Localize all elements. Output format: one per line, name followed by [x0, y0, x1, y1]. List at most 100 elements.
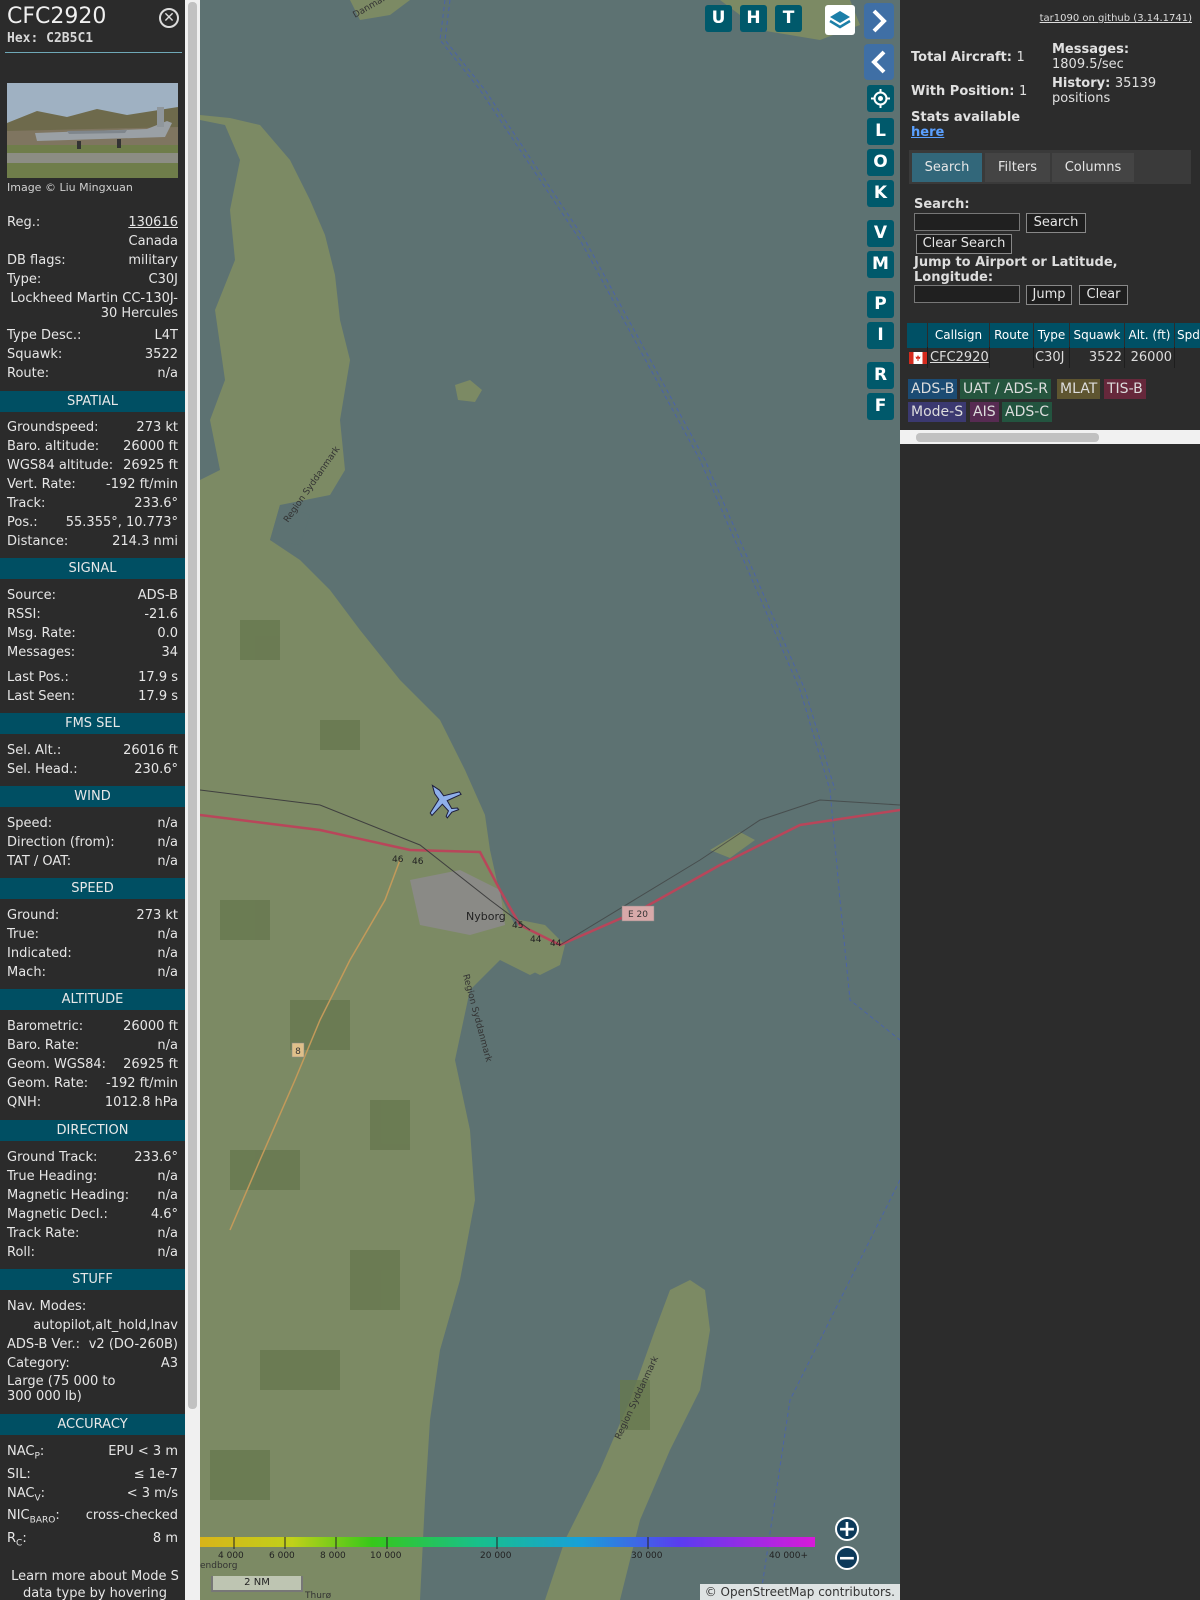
tab-search[interactable]: Search	[912, 153, 982, 182]
row-callsign[interactable]: CFC2920	[928, 347, 990, 368]
p-button[interactable]: P	[867, 291, 894, 318]
section-signal: SIGNAL	[0, 558, 185, 579]
zoom-out-button[interactable]: −	[835, 1546, 859, 1570]
layers-button[interactable]	[825, 5, 855, 35]
clear-button[interactable]: Clear	[1079, 285, 1128, 305]
stats-link[interactable]: here	[911, 125, 944, 140]
chip-adsc[interactable]: ADS-C	[1002, 402, 1053, 422]
github-link[interactable]: tar1090 on github (3.14.1741)	[1040, 13, 1192, 24]
t-button[interactable]: T	[775, 5, 802, 32]
clear-search-button[interactable]: Clear Search	[916, 234, 1012, 254]
island-small	[455, 380, 482, 402]
attribution-link[interactable]: OpenStreetMap	[721, 1585, 815, 1599]
lastpos-value: 17.9 s	[138, 670, 178, 685]
altitude-color-bar	[200, 1537, 815, 1547]
track-label: Track:	[7, 496, 46, 511]
r-button[interactable]: R	[867, 362, 894, 389]
selalt-label: Sel. Alt.:	[7, 743, 62, 758]
image-credit: Image © Liu Mingxuan	[7, 181, 133, 194]
distance-label: Distance:	[7, 534, 69, 549]
messages-stat-label: Messages:	[1052, 42, 1130, 57]
label-nyborg: Nyborg	[466, 910, 506, 923]
nicbaro-value: cross-checked	[85, 1508, 178, 1523]
row-altitude: 26000	[1125, 347, 1175, 368]
column-speed[interactable]: Spd	[1175, 323, 1200, 348]
boundary-line	[439, 0, 900, 1041]
chip-ais[interactable]: AIS	[970, 402, 999, 422]
with-position: With Position: 1	[911, 84, 1027, 99]
source-value: ADS-B	[137, 588, 178, 603]
o-button[interactable]: O	[867, 149, 894, 176]
map-view[interactable]: E 20 8 46 46 45 44 44 Nyborg Region Sydd…	[200, 0, 900, 1600]
label-46b: 46	[412, 857, 424, 867]
reg-link[interactable]: 130616	[128, 214, 178, 231]
chip-modes[interactable]: Mode-S	[908, 402, 967, 422]
sidebar-collapse-button[interactable]	[864, 44, 894, 80]
speed-ground-label: Ground:	[7, 908, 60, 923]
zoom-in-button[interactable]: +	[835, 1517, 859, 1541]
column-altitude[interactable]: Alt. (ft)	[1125, 323, 1175, 348]
column-squawk[interactable]: Squawk	[1070, 323, 1125, 348]
label-44b: 44	[550, 939, 562, 949]
source-label: Source:	[7, 588, 57, 603]
speed-ind-label: Indicated:	[7, 946, 72, 961]
i-button[interactable]: I	[867, 322, 894, 349]
adsbver-label: ADS-B Ver.:	[7, 1337, 80, 1352]
settings-button[interactable]	[867, 85, 894, 112]
mag-decl-value: 4.6°	[150, 1207, 178, 1222]
column-type[interactable]: Type	[1034, 323, 1070, 348]
jump-input[interactable]	[914, 285, 1020, 303]
rc-value: 8 m	[152, 1531, 178, 1546]
column-flag-header[interactable]	[907, 323, 928, 348]
table-horizontal-scrollbar[interactable]	[900, 430, 1200, 444]
k-button[interactable]: K	[867, 180, 894, 207]
v-button[interactable]: V	[867, 220, 894, 247]
tab-columns[interactable]: Columns	[1052, 153, 1134, 182]
baro-alt-value: 26000 ft	[123, 439, 178, 454]
groundspeed-label: Groundspeed:	[7, 420, 99, 435]
sidebar-expand-button[interactable]	[864, 3, 894, 39]
nacv-label-sub: V	[34, 1493, 41, 1504]
speed-true-value: n/a	[157, 927, 178, 942]
alt-baro-label: Barometric:	[7, 1019, 84, 1034]
info-panel-scrollbar-thumb[interactable]	[188, 2, 197, 1409]
m-button[interactable]: M	[867, 251, 894, 278]
true-heading-label: True Heading:	[7, 1169, 98, 1184]
attribution-prefix: ©	[704, 1585, 721, 1599]
altitude-scale-label: 4 000	[218, 1551, 244, 1561]
chip-tisb[interactable]: TIS-B	[1104, 379, 1146, 399]
chip-mlat[interactable]: MLAT	[1057, 379, 1101, 399]
column-callsign[interactable]: Callsign	[928, 323, 990, 348]
label-road-8: 8	[295, 1047, 301, 1057]
nacp-label-sub: P	[34, 1451, 40, 1462]
geom-rate-value: -192 ft/min	[106, 1076, 178, 1091]
geom-rate-label: Geom. Rate:	[7, 1076, 89, 1091]
section-spatial: SPATIAL	[0, 391, 185, 412]
layers-icon	[829, 11, 851, 29]
position-label: Pos.:	[7, 515, 38, 530]
close-icon[interactable]: ✕	[159, 8, 179, 28]
l-button[interactable]: L	[867, 118, 894, 145]
table-scrollbar-thumb[interactable]	[916, 433, 1099, 442]
u-button[interactable]: U	[705, 5, 732, 32]
search-button[interactable]: Search	[1026, 213, 1086, 233]
tat-label: TAT / OAT:	[7, 854, 72, 869]
dbflags-label: DB flags:	[7, 253, 66, 268]
squawk-label: Squawk:	[7, 347, 63, 362]
chip-uat[interactable]: UAT / ADS-R	[960, 379, 1051, 399]
wind-dir-label: Direction (from):	[7, 835, 115, 850]
chip-adsb[interactable]: ADS-B	[908, 379, 958, 399]
aircraft-photo[interactable]	[7, 83, 178, 178]
tab-filters[interactable]: Filters	[985, 153, 1050, 182]
column-route[interactable]: Route	[990, 323, 1034, 348]
messages-value: 34	[161, 645, 178, 660]
aircraft-info-panel: CFC2920 Hex: C2B5C1 ✕ Image © Liu Mingxu…	[0, 0, 185, 1600]
typedesc-value: L4T	[154, 328, 178, 343]
jump-button[interactable]: Jump	[1026, 285, 1072, 305]
h-button[interactable]: H	[740, 5, 767, 32]
navmodes-value: autopilot,alt_hold,lnav	[33, 1318, 178, 1333]
search-input[interactable]	[914, 213, 1020, 231]
f-button[interactable]: F	[867, 393, 894, 420]
section-direction: DIRECTION	[0, 1120, 185, 1141]
vert-rate-label: Vert. Rate:	[7, 477, 76, 492]
